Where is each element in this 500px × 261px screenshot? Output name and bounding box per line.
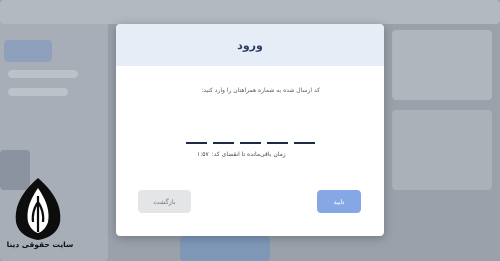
watermark-site-name: سایت حقوقی دینا: [6, 240, 74, 249]
modal-header: ورود: [116, 24, 384, 66]
otp-input-group: [186, 132, 315, 144]
otp-digit-input[interactable]: [213, 132, 234, 144]
background-block: [392, 30, 492, 100]
background-block: [4, 40, 52, 62]
otp-digit-input[interactable]: [294, 132, 315, 144]
back-button[interactable]: بازگشت: [138, 190, 191, 213]
modal-title: ورود: [237, 38, 263, 52]
timer-value: ۱:۵۷: [197, 151, 209, 158]
background-block: [8, 70, 78, 78]
otp-digit-input[interactable]: [186, 132, 207, 144]
login-modal: ورود کد ارسال شده به شماره همراهتان را و…: [116, 24, 384, 236]
expiry-timer: زمان باقی‌مانده تا انقضای کد: ۱:۵۷: [197, 151, 286, 158]
background-block: [8, 88, 68, 96]
otp-digit-input[interactable]: [267, 132, 288, 144]
otp-digit-input[interactable]: [240, 132, 261, 144]
background-block: [392, 110, 492, 190]
confirm-button[interactable]: تایید: [317, 190, 361, 213]
timer-label: زمان باقی‌مانده تا انقضای کد:: [211, 151, 286, 158]
background-block: [180, 236, 270, 261]
otp-instruction: کد ارسال شده به شماره همراهتان را وارد ک…: [201, 87, 320, 94]
background-topbar: [0, 0, 500, 24]
